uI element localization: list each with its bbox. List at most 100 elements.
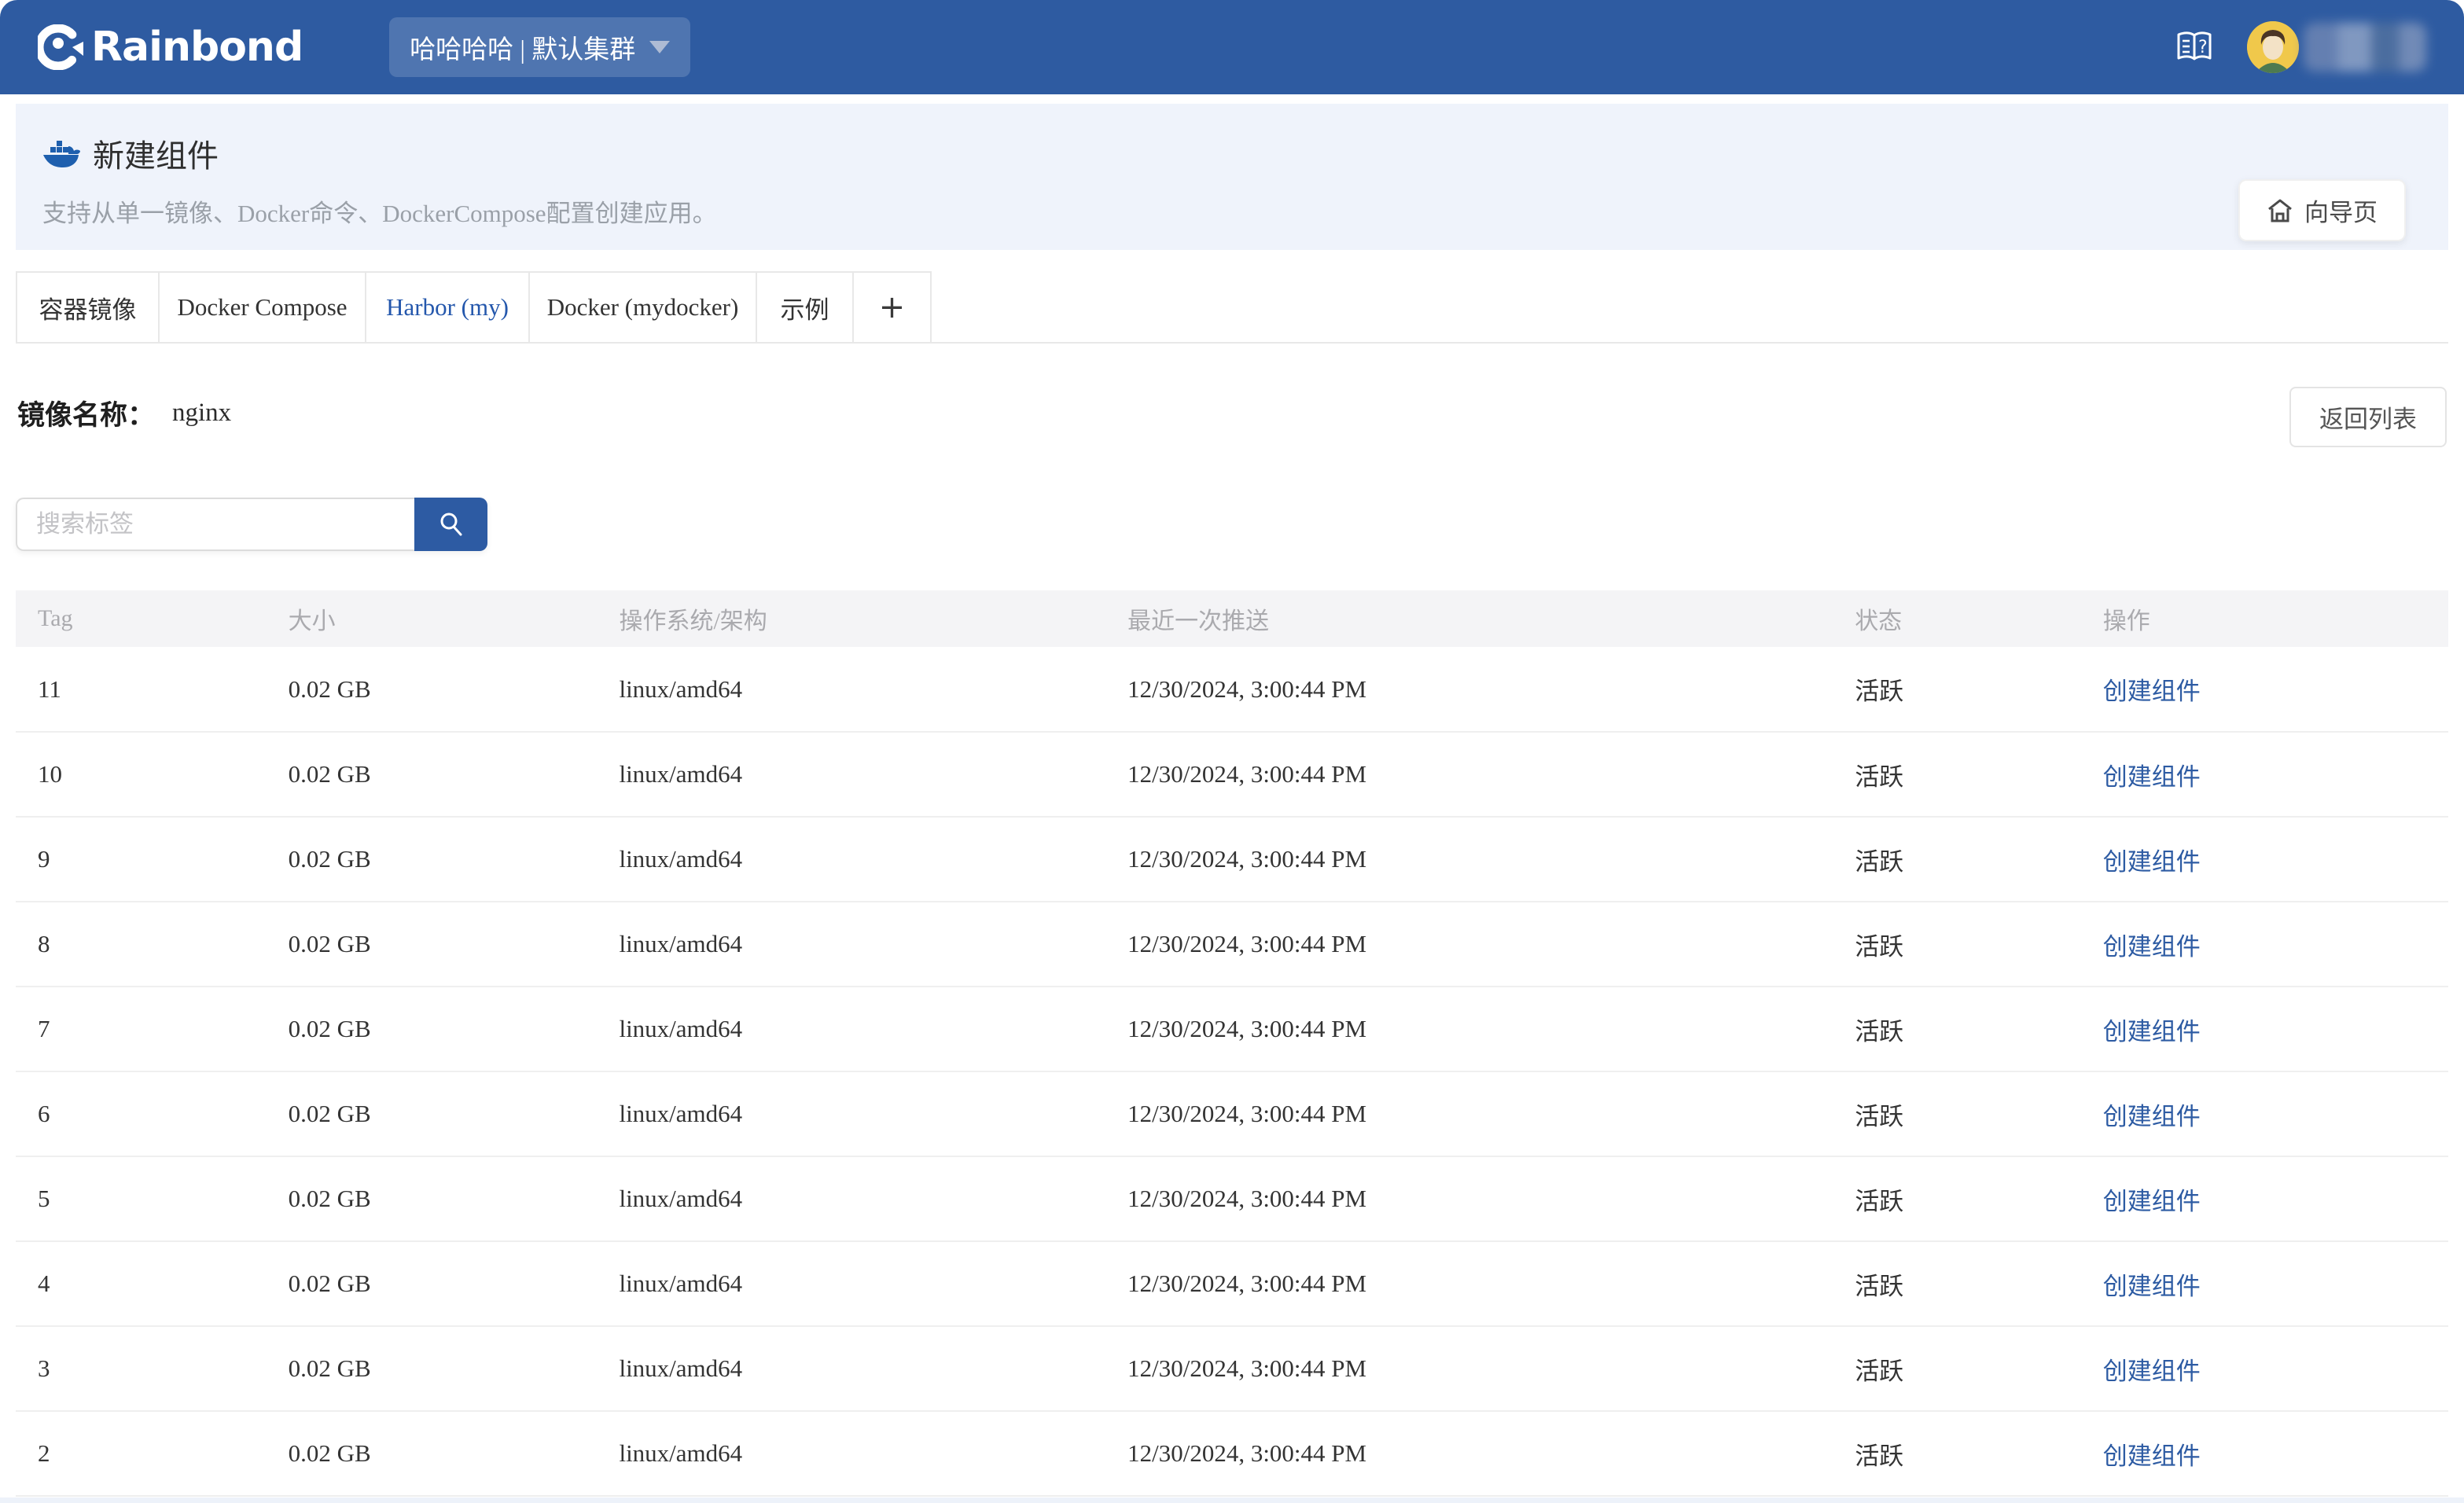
- create-component-link[interactable]: 创建组件: [2103, 1103, 2201, 1130]
- cluster-selector-label: 哈哈哈哈 | 默认集群: [410, 28, 635, 66]
- user-menu[interactable]: [2247, 21, 2426, 73]
- table-row: 3 0.02 GB linux/amd64 12/30/2024, 3:00:4…: [16, 1326, 2448, 1411]
- page-subtitle: 支持从单一镜像、Docker命令、DockerCompose配置创建应用。: [42, 193, 2422, 229]
- cell-action: 创建组件: [2081, 1241, 2448, 1326]
- tags-table: Tag 大小 操作系统/架构 最近一次推送 状态 操作 11 0.02 GB l…: [16, 590, 2448, 1497]
- create-component-link[interactable]: 创建组件: [2103, 1358, 2201, 1385]
- col-header-tag: Tag: [16, 590, 267, 647]
- cell-tag: 6: [16, 1071, 267, 1156]
- cell-action: 创建组件: [2081, 1156, 2448, 1241]
- cell-last-push: 12/30/2024, 3:00:44 PM: [1105, 1071, 1833, 1156]
- cell-os-arch: linux/amd64: [597, 902, 1105, 987]
- col-header-status: 状态: [1833, 590, 2081, 647]
- table-row: 6 0.02 GB linux/amd64 12/30/2024, 3:00:4…: [16, 1071, 2448, 1156]
- tab-docker-mydocker[interactable]: Docker (mydocker): [528, 271, 756, 342]
- create-component-link[interactable]: 创建组件: [2103, 933, 2201, 961]
- create-component-link[interactable]: 创建组件: [2103, 1273, 2201, 1300]
- rainbond-logo[interactable]: Rainbond: [38, 24, 303, 71]
- image-name-value: nginx: [172, 399, 231, 428]
- cell-status: 活跃: [1833, 817, 2081, 902]
- docs-book-question-icon[interactable]: ?: [2176, 31, 2212, 63]
- cell-action: 创建组件: [2081, 647, 2448, 732]
- cell-size: 0.02 GB: [267, 902, 598, 987]
- cell-status: 活跃: [1833, 1071, 2081, 1156]
- tab-docker-compose[interactable]: Docker Compose: [158, 271, 365, 342]
- docker-whale-icon: [42, 138, 80, 169]
- top-navbar: Rainbond 哈哈哈哈 | 默认集群 ?: [0, 0, 2464, 94]
- home-icon: [2267, 198, 2293, 223]
- bottom-panel-edge: [0, 1497, 2464, 1503]
- tab-example[interactable]: 示例: [756, 271, 852, 342]
- cell-size: 0.02 GB: [267, 987, 598, 1071]
- cell-tag: 3: [16, 1326, 267, 1411]
- cell-status: 活跃: [1833, 647, 2081, 732]
- tab-add-plus[interactable]: +: [852, 271, 932, 342]
- tab-container-image[interactable]: 容器镜像: [16, 271, 158, 342]
- cell-last-push: 12/30/2024, 3:00:44 PM: [1105, 1326, 1833, 1411]
- create-component-link[interactable]: 创建组件: [2103, 1442, 2201, 1470]
- cell-tag: 10: [16, 732, 267, 817]
- table-row: 9 0.02 GB linux/amd64 12/30/2024, 3:00:4…: [16, 817, 2448, 902]
- cell-tag: 5: [16, 1156, 267, 1241]
- cell-os-arch: linux/amd64: [597, 987, 1105, 1071]
- image-name-row: 镜像名称： nginx 返回列表: [17, 387, 2447, 439]
- cell-size: 0.02 GB: [267, 817, 598, 902]
- create-component-link[interactable]: 创建组件: [2103, 1188, 2201, 1215]
- cluster-selector-dropdown[interactable]: 哈哈哈哈 | 默认集群: [389, 17, 690, 77]
- col-header-action: 操作: [2081, 590, 2448, 647]
- tab-harbor-my[interactable]: Harbor (my): [365, 271, 528, 342]
- tag-search-bar: [16, 498, 487, 551]
- tag-table-body: 11 0.02 GB linux/amd64 12/30/2024, 3:00:…: [16, 647, 2448, 1496]
- page-title: 新建组件: [93, 130, 219, 176]
- source-tabs: 容器镜像 Docker Compose Harbor (my) Docker (…: [16, 271, 2448, 344]
- table-row: 11 0.02 GB linux/amd64 12/30/2024, 3:00:…: [16, 647, 2448, 732]
- search-button[interactable]: [414, 498, 487, 551]
- cell-last-push: 12/30/2024, 3:00:44 PM: [1105, 987, 1833, 1071]
- brand-name: Rainbond: [91, 24, 303, 71]
- cell-last-push: 12/30/2024, 3:00:44 PM: [1105, 817, 1833, 902]
- cell-os-arch: linux/amd64: [597, 647, 1105, 732]
- cell-status: 活跃: [1833, 987, 2081, 1071]
- cell-last-push: 12/30/2024, 3:00:44 PM: [1105, 1156, 1833, 1241]
- cell-status: 活跃: [1833, 902, 2081, 987]
- cell-size: 0.02 GB: [267, 1071, 598, 1156]
- cell-os-arch: linux/amd64: [597, 1071, 1105, 1156]
- cell-action: 创建组件: [2081, 817, 2448, 902]
- cell-size: 0.02 GB: [267, 647, 598, 732]
- cell-last-push: 12/30/2024, 3:00:44 PM: [1105, 1241, 1833, 1326]
- page-header: 新建组件 支持从单一镜像、Docker命令、DockerCompose配置创建应…: [16, 104, 2448, 250]
- rainbond-logo-icon: [38, 24, 83, 70]
- cell-action: 创建组件: [2081, 1326, 2448, 1411]
- create-component-link[interactable]: 创建组件: [2103, 678, 2201, 705]
- back-to-list-button[interactable]: 返回列表: [2289, 387, 2447, 447]
- create-component-link[interactable]: 创建组件: [2103, 848, 2201, 876]
- cell-os-arch: linux/amd64: [597, 1241, 1105, 1326]
- cell-action: 创建组件: [2081, 1071, 2448, 1156]
- cell-last-push: 12/30/2024, 3:00:44 PM: [1105, 647, 1833, 732]
- col-header-last-push: 最近一次推送: [1105, 590, 1833, 647]
- table-header-row: Tag 大小 操作系统/架构 最近一次推送 状态 操作: [16, 590, 2448, 647]
- cell-status: 活跃: [1833, 1241, 2081, 1326]
- chevron-down-icon: [649, 41, 670, 53]
- cell-status: 活跃: [1833, 1411, 2081, 1496]
- user-avatar[interactable]: [2247, 21, 2299, 73]
- create-component-link[interactable]: 创建组件: [2103, 763, 2201, 791]
- cell-tag: 9: [16, 817, 267, 902]
- wizard-page-button[interactable]: 向导页: [2238, 179, 2406, 241]
- table-row: 10 0.02 GB linux/amd64 12/30/2024, 3:00:…: [16, 732, 2448, 817]
- cell-tag: 8: [16, 902, 267, 987]
- cell-action: 创建组件: [2081, 902, 2448, 987]
- table-row: 2 0.02 GB linux/amd64 12/30/2024, 3:00:4…: [16, 1411, 2448, 1496]
- username-redacted: [2304, 23, 2426, 72]
- cell-tag: 7: [16, 987, 267, 1071]
- cell-size: 0.02 GB: [267, 732, 598, 817]
- cell-status: 活跃: [1833, 1326, 2081, 1411]
- cell-last-push: 12/30/2024, 3:00:44 PM: [1105, 732, 1833, 817]
- cell-tag: 4: [16, 1241, 267, 1326]
- wizard-page-button-label: 向导页: [2304, 193, 2378, 228]
- search-input[interactable]: [16, 498, 414, 551]
- col-header-size: 大小: [267, 590, 598, 647]
- navbar-right-group: ?: [2176, 21, 2426, 73]
- svg-text:?: ?: [2198, 38, 2208, 57]
- create-component-link[interactable]: 创建组件: [2103, 1018, 2201, 1045]
